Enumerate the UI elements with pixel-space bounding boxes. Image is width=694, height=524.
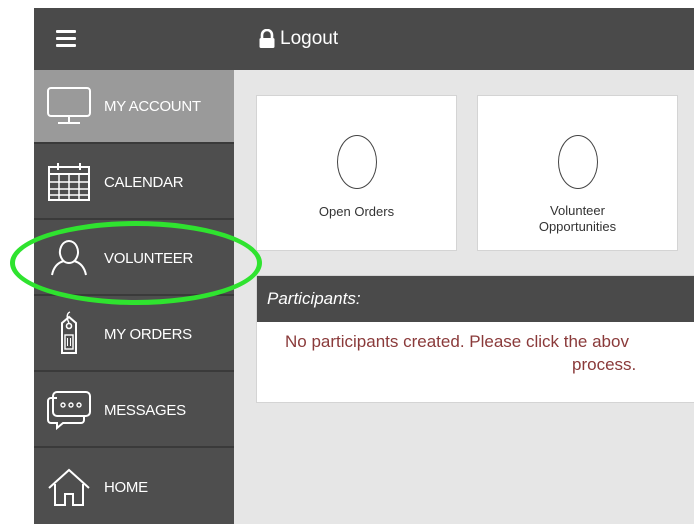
sidebar-item-messages[interactable]: MESSAGES (34, 374, 234, 448)
monitor-icon (47, 87, 91, 124)
tag-icon (61, 311, 77, 354)
lock-icon (259, 29, 275, 48)
menu-icon[interactable] (34, 8, 234, 70)
person-icon (51, 240, 87, 276)
logout-button[interactable]: Logout (258, 28, 338, 50)
chat-icon (47, 391, 91, 430)
sidebar-item-calendar[interactable]: CALENDAR (34, 146, 234, 220)
participants-empty-message: No participants created. Please click th… (257, 322, 694, 376)
sidebar: MY ACCOUNT CALENDAR VOLUNTEER MY ORDERS … (34, 70, 234, 524)
sidebar-item-label: MY ORDERS (104, 325, 192, 343)
participants-header: Participants: (257, 276, 694, 322)
card-label-line: Volunteer (550, 203, 605, 218)
sidebar-item-label: HOME (104, 478, 148, 496)
main-content: 0 Open Orders 0 Volunteer Opportunities … (234, 70, 694, 524)
sidebar-item-label: VOLUNTEER (104, 249, 193, 267)
volunteer-opportunities-card[interactable]: 0 Volunteer Opportunities (477, 95, 678, 251)
participants-panel: Participants: No participants created. P… (256, 275, 694, 403)
app-window: Logout MY ACCOUNT CALENDAR VOLUNTEER MY … (34, 8, 694, 524)
message-line: No participants created. Please click th… (285, 332, 629, 351)
top-bar: Logout (34, 8, 694, 70)
sidebar-item-label: CALENDAR (104, 173, 184, 191)
sidebar-item-my-account[interactable]: MY ACCOUNT (34, 70, 234, 144)
open-orders-count: 0 (336, 135, 377, 189)
home-icon (48, 468, 90, 506)
calendar-icon (48, 163, 90, 201)
sidebar-item-label: MESSAGES (104, 401, 186, 419)
open-orders-card[interactable]: 0 Open Orders (256, 95, 457, 251)
message-line: process. (572, 355, 637, 374)
sidebar-item-volunteer[interactable]: VOLUNTEER (34, 222, 234, 296)
volunteer-opportunities-count: 0 (557, 135, 598, 189)
open-orders-label: Open Orders (318, 204, 395, 219)
volunteer-opportunities-label: Volunteer Opportunities (478, 203, 677, 235)
sidebar-item-home[interactable]: HOME (34, 450, 234, 524)
logout-label: Logout (280, 28, 339, 49)
sidebar-item-label: MY ACCOUNT (104, 97, 201, 115)
card-label-line: Opportunities (538, 219, 617, 234)
sidebar-item-my-orders[interactable]: MY ORDERS (34, 298, 234, 372)
